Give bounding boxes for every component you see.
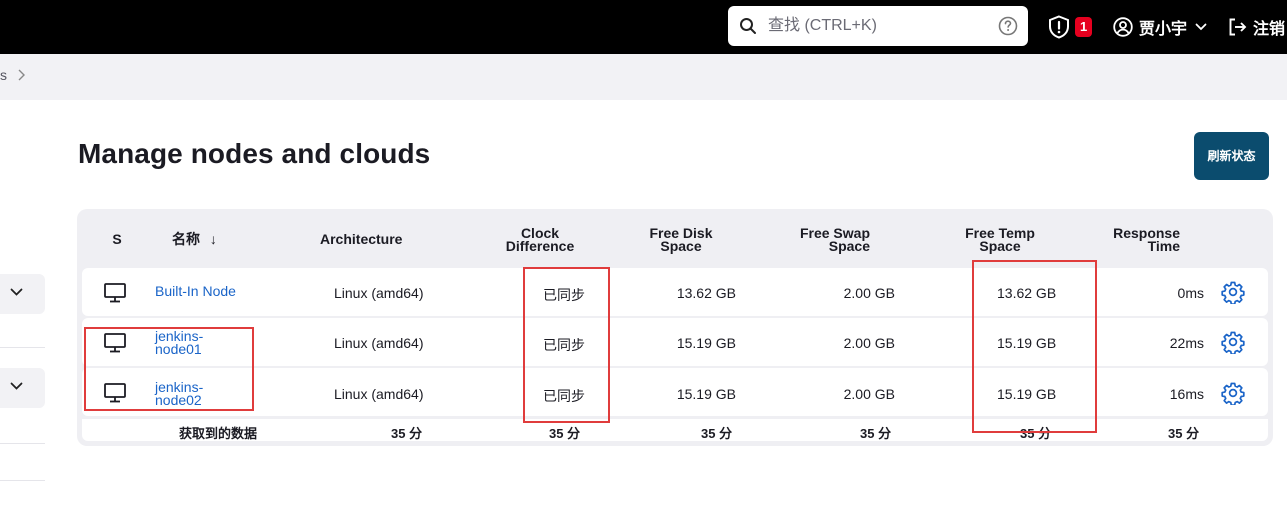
top-navigation-bar: 1 贾小宇 注销 bbox=[0, 0, 1287, 54]
computer-icon bbox=[104, 283, 126, 303]
sidebar-divider bbox=[0, 443, 45, 444]
logout-label: 注销 bbox=[1253, 21, 1286, 38]
gear-icon[interactable] bbox=[1221, 330, 1245, 354]
column-header-name-label: 名称 bbox=[172, 231, 200, 247]
column-header-free-disk[interactable]: Free Disk Space bbox=[626, 226, 736, 254]
header-line: Space bbox=[979, 238, 1021, 254]
user-name: 贾小宇 bbox=[1139, 21, 1188, 38]
search-input[interactable] bbox=[768, 14, 988, 38]
security-badge: 1 bbox=[1075, 17, 1093, 37]
cell-response-time: 0ms bbox=[1177, 285, 1204, 301]
chevron-right-icon bbox=[18, 69, 25, 81]
footer-label: 获取到的数据 bbox=[179, 426, 258, 441]
header-line: Time bbox=[1147, 238, 1180, 254]
shield-warning-icon bbox=[1049, 15, 1069, 39]
search-box[interactable] bbox=[728, 6, 1028, 46]
footer-response-time: 35 分 bbox=[1168, 426, 1200, 441]
cell-free-swap: 2.00 GB bbox=[843, 335, 895, 351]
sidebar-divider bbox=[0, 347, 45, 348]
sidebar-divider bbox=[0, 480, 45, 481]
sidebar-collapse-toggle[interactable] bbox=[0, 274, 45, 314]
column-header-free-temp[interactable]: Free Temp Space bbox=[945, 226, 1055, 254]
cell-response-time: 22ms bbox=[1169, 335, 1204, 351]
search-icon bbox=[740, 18, 756, 34]
sidebar-collapse-toggle[interactable] bbox=[0, 368, 45, 408]
highlight-box-clock bbox=[523, 267, 610, 423]
column-header-name[interactable]: 名称 ↓ bbox=[172, 231, 217, 247]
column-header-response-time[interactable]: Response Time bbox=[1100, 226, 1180, 254]
breadcrumb-item[interactable]: s bbox=[0, 67, 7, 83]
cell-architecture: Linux (amd64) bbox=[334, 335, 424, 351]
page-title: Manage nodes and clouds bbox=[78, 138, 431, 169]
column-header-clock-difference[interactable]: Clock Difference bbox=[480, 226, 600, 254]
highlight-box-nodes bbox=[84, 327, 254, 411]
header-line: Space bbox=[660, 238, 702, 254]
column-header-architecture[interactable]: Architecture bbox=[320, 232, 402, 246]
footer-free-swap: 35 分 bbox=[860, 426, 892, 441]
security-alerts-button[interactable]: 1 bbox=[1048, 14, 1093, 40]
header-line: Space bbox=[828, 238, 870, 254]
logout-button[interactable]: 注销 bbox=[1227, 14, 1285, 40]
chevron-down-icon bbox=[10, 382, 23, 390]
user-icon bbox=[1113, 17, 1133, 37]
footer-free-disk: 35 分 bbox=[701, 426, 733, 441]
cell-free-disk: 15.19 GB bbox=[676, 386, 736, 402]
user-menu[interactable]: 贾小宇 bbox=[1113, 14, 1207, 40]
cell-free-disk: 15.19 GB bbox=[676, 335, 736, 351]
sort-arrow-icon: ↓ bbox=[209, 231, 217, 247]
cell-free-disk: 13.62 GB bbox=[676, 285, 736, 301]
gear-icon[interactable] bbox=[1221, 280, 1245, 304]
gear-icon[interactable] bbox=[1221, 381, 1245, 405]
node-name: Built-In Node bbox=[155, 283, 236, 299]
highlight-box-temp bbox=[972, 260, 1097, 433]
refresh-status-button[interactable]: 刷新状态 bbox=[1194, 132, 1269, 180]
column-header-status[interactable]: S bbox=[107, 232, 127, 246]
cell-architecture: Linux (amd64) bbox=[334, 285, 424, 301]
column-header-free-swap[interactable]: Free Swap Space bbox=[770, 226, 870, 254]
cell-architecture: Linux (amd64) bbox=[334, 386, 424, 402]
cell-free-swap: 2.00 GB bbox=[843, 386, 895, 402]
chevron-down-icon bbox=[10, 288, 23, 296]
cell-free-swap: 2.00 GB bbox=[843, 285, 895, 301]
logout-icon bbox=[1229, 18, 1247, 36]
cell-response-time: 16ms bbox=[1169, 386, 1204, 402]
chevron-down-icon bbox=[1195, 23, 1207, 31]
breadcrumb: s bbox=[0, 54, 1287, 100]
footer-clock-difference: 35 分 bbox=[549, 426, 581, 441]
node-link-built-in[interactable]: Built-In Node bbox=[155, 283, 236, 299]
header-line: Difference bbox=[505, 238, 575, 254]
help-icon[interactable] bbox=[998, 16, 1018, 36]
footer-architecture: 35 分 bbox=[391, 426, 423, 441]
